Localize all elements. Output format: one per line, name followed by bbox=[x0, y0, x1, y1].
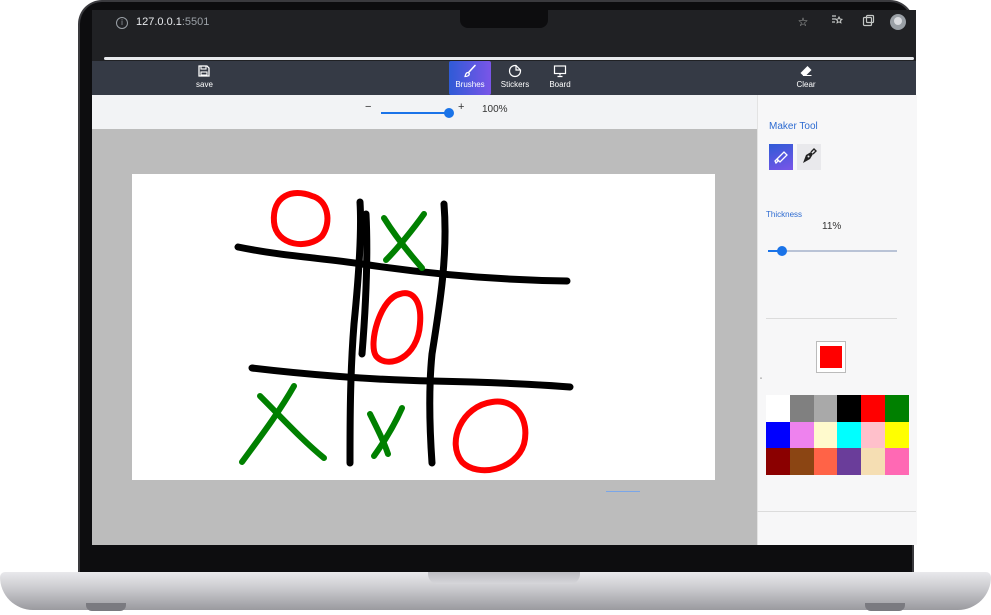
laptop-foot-left bbox=[86, 603, 126, 611]
bookmark-bar bbox=[92, 36, 916, 58]
eraser-icon bbox=[800, 66, 812, 76]
marker-tool-button[interactable] bbox=[769, 144, 793, 170]
thickness-value: 11% bbox=[822, 221, 842, 232]
grid-line-bottom bbox=[248, 364, 574, 391]
brush-icon bbox=[464, 64, 476, 78]
color-swatch[interactable] bbox=[837, 421, 862, 449]
color-palette bbox=[766, 395, 909, 476]
profile-avatar[interactable] bbox=[890, 14, 906, 30]
color-swatch[interactable] bbox=[861, 395, 885, 422]
color-swatch[interactable] bbox=[861, 421, 885, 449]
color-swatch[interactable] bbox=[813, 448, 838, 476]
color-swatch[interactable] bbox=[837, 395, 862, 422]
url-host: 127.0.0.1 bbox=[136, 16, 182, 28]
extensions-icon[interactable] bbox=[860, 14, 876, 30]
color-swatch[interactable] bbox=[837, 448, 862, 476]
stickers-tab[interactable]: Stickers bbox=[499, 61, 531, 95]
laptop-foot-right bbox=[865, 603, 905, 611]
zoom-out-button[interactable]: − bbox=[365, 101, 371, 113]
stage-scroll-indicator bbox=[606, 491, 640, 492]
color-swatch[interactable] bbox=[884, 448, 909, 476]
zoom-in-button[interactable]: + bbox=[458, 101, 464, 113]
sticker-icon bbox=[508, 64, 522, 78]
save-icon bbox=[198, 65, 210, 77]
thickness-label: Thickness bbox=[766, 210, 803, 219]
bookmarks-icon[interactable] bbox=[828, 14, 844, 30]
x-mark-top-center-b bbox=[383, 211, 427, 263]
zoom-slider-thumb[interactable] bbox=[444, 108, 454, 118]
info-icon[interactable]: i bbox=[116, 17, 128, 29]
grid-line-right bbox=[426, 200, 449, 467]
url-port: :5501 bbox=[181, 16, 210, 28]
o-mark-top-left bbox=[270, 190, 331, 247]
color-swatch[interactable] bbox=[884, 395, 909, 422]
panel-divider bbox=[766, 318, 897, 319]
url-text[interactable]: 127.0.0.1:5501 bbox=[136, 16, 209, 28]
panel-bottom-divider bbox=[757, 511, 916, 512]
page-load-bar bbox=[104, 57, 914, 60]
color-swatch[interactable] bbox=[789, 448, 814, 476]
clear-label: Clear bbox=[796, 80, 816, 89]
color-swatch[interactable] bbox=[766, 395, 790, 422]
color-swatch[interactable] bbox=[789, 421, 814, 449]
grid-line-top bbox=[234, 243, 571, 285]
drawing-canvas[interactable] bbox=[132, 174, 715, 480]
pen-tool-button[interactable] bbox=[797, 144, 821, 170]
color-swatch[interactable] bbox=[766, 421, 790, 449]
grid-line-left-a bbox=[346, 198, 365, 467]
zoom-slider-track[interactable] bbox=[381, 112, 451, 114]
color-swatch[interactable] bbox=[813, 395, 838, 422]
color-swatch[interactable] bbox=[813, 421, 838, 449]
star-icon[interactable]: ☆ bbox=[795, 14, 811, 30]
brushes-label: Brushes bbox=[455, 80, 485, 89]
board-icon bbox=[553, 65, 567, 78]
camera-notch bbox=[460, 10, 548, 28]
o-mark-bottom-right bbox=[452, 398, 529, 474]
stickers-label: Stickers bbox=[500, 80, 530, 89]
color-swatch[interactable] bbox=[861, 448, 885, 476]
tic-tac-toe-drawing bbox=[234, 190, 574, 474]
save-button[interactable]: save bbox=[196, 61, 213, 95]
save-label: save bbox=[196, 80, 213, 89]
panel-mark: '' bbox=[760, 378, 763, 384]
color-swatch[interactable] bbox=[884, 421, 909, 449]
zoom-value: 100% bbox=[482, 104, 508, 115]
pen-nib-icon bbox=[803, 148, 817, 163]
clear-button[interactable]: Clear bbox=[794, 61, 818, 95]
color-swatch[interactable] bbox=[766, 448, 790, 476]
board-label: Board bbox=[549, 80, 571, 89]
current-color-swatch[interactable] bbox=[820, 346, 842, 368]
thickness-slider-track[interactable] bbox=[768, 250, 897, 252]
color-swatch[interactable] bbox=[789, 395, 814, 422]
marker-icon bbox=[774, 151, 788, 165]
board-tab[interactable]: Board bbox=[547, 61, 573, 95]
maker-tool-title: Maker Tool bbox=[769, 121, 818, 132]
brushes-tab[interactable]: Brushes bbox=[449, 61, 491, 95]
app-toolbar: save Brushes Stickers Board Clear bbox=[92, 61, 916, 95]
laptop-base-notch bbox=[428, 572, 580, 584]
o-mark-center bbox=[370, 290, 424, 365]
